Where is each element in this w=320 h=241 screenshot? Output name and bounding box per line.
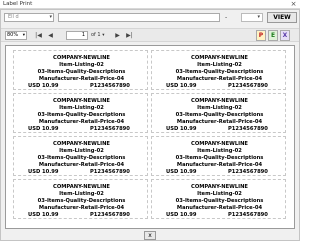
label-item: Item-Listing-02 (197, 191, 242, 197)
label-barcode: P1234567890 (90, 212, 130, 218)
printer-select-value: Ell d (8, 14, 19, 20)
label-barcode: P1234567890 (228, 212, 268, 218)
export-pdf-button[interactable]: P (256, 30, 266, 41)
label-preview-area: COMPANY-NEWLINE Item-Listing-02 03-Items-Q… (5, 45, 295, 229)
label-description: 03-Items-Quality-Descriptions (175, 198, 264, 204)
label-manufacturer: Manufacturer-Retail-Price-04 (38, 119, 125, 125)
label-manufacturer: Manufacturer-Retail-Price-04 (176, 162, 263, 168)
label-manufacturer: Manufacturer-Retail-Price-04 (38, 162, 125, 168)
label-company: COMPANY-NEWLINE (191, 55, 248, 61)
separator-dash: - (225, 14, 228, 21)
label-description: 03-Items-Quality-Descriptions (37, 69, 126, 75)
chevron-down-icon: ▾ (22, 33, 25, 38)
mini-dropdown[interactable]: ▾ (241, 13, 263, 22)
zoom-select[interactable]: 80% ▾ (5, 31, 27, 40)
last-page-icon[interactable]: ▶| (125, 31, 134, 40)
label-item: Item-Listing-02 (197, 62, 242, 68)
label-item: Item-Listing-02 (197, 105, 242, 111)
label-price: USD 10.99 (166, 83, 197, 89)
label-item: Item-Listing-02 (59, 148, 104, 154)
label-barcode: P1234567890 (228, 126, 268, 132)
bottom-bar: x (1, 230, 299, 240)
label-card: COMPANY-NEWLINE Item-Listing-02 03-Items-Q… (151, 179, 286, 219)
label-card: COMPANY-NEWLINE Item-Listing-02 03-Items-Q… (13, 136, 148, 176)
page-number-input[interactable]: 1 (66, 31, 88, 40)
label-card: COMPANY-NEWLINE Item-Listing-02 03-Items-Q… (13, 179, 148, 219)
label-company: COMPANY-NEWLINE (53, 98, 110, 104)
label-manufacturer: Manufacturer-Retail-Price-04 (176, 76, 263, 82)
top-toolbar: Ell d ▾ - ▾ VIEW (1, 10, 299, 25)
label-company: COMPANY-NEWLINE (53, 184, 110, 190)
first-page-icon[interactable]: |◀ (34, 31, 43, 40)
window-close-button[interactable]: × (289, 0, 298, 9)
label-company: COMPANY-NEWLINE (191, 184, 248, 190)
label-company: COMPANY-NEWLINE (53, 141, 110, 147)
label-company: COMPANY-NEWLINE (53, 55, 110, 61)
title-bar: Label Print × (0, 0, 300, 9)
label-price: USD 10.99 (28, 169, 59, 175)
page-count-text: of 1 (91, 32, 101, 38)
label-price: USD 10.99 (28, 83, 59, 89)
label-price: USD 10.99 (166, 126, 197, 132)
next-page-icon[interactable]: ▶ (113, 31, 122, 40)
label-price: USD 10.99 (166, 169, 197, 175)
label-barcode: P1234567890 (90, 169, 130, 175)
label-description: 03-Items-Quality-Descriptions (37, 155, 126, 161)
label-card: COMPANY-NEWLINE Item-Listing-02 03-Items-Q… (151, 50, 286, 90)
label-description: 03-Items-Quality-Descriptions (37, 112, 126, 118)
window-title: Label Print (3, 1, 33, 7)
label-manufacturer: Manufacturer-Retail-Price-04 (176, 119, 263, 125)
label-description: 03-Items-Quality-Descriptions (175, 112, 264, 118)
zoom-value: 80% (7, 32, 19, 38)
label-price: USD 10.99 (166, 212, 197, 218)
label-description: 03-Items-Quality-Descriptions (37, 198, 126, 204)
printer-select[interactable]: Ell d ▾ (4, 13, 54, 22)
label-card: COMPANY-NEWLINE Item-Listing-02 03-Items-Q… (13, 50, 148, 90)
report-viewer: Ell d ▾ - ▾ VIEW 80% ▾ |◀ ◀ 1 of 1 ▾ ▶ ▶… (0, 9, 300, 241)
label-manufacturer: Manufacturer-Retail-Price-04 (38, 205, 125, 211)
filter-input[interactable] (58, 13, 220, 22)
label-barcode: P1234567890 (90, 83, 130, 89)
label-price: USD 10.99 (28, 212, 59, 218)
close-button[interactable]: x (144, 231, 156, 240)
label-description: 03-Items-Quality-Descriptions (175, 155, 264, 161)
label-barcode: P1234567890 (228, 169, 268, 175)
label-item: Item-Listing-02 (197, 148, 242, 154)
navigation-toolbar: 80% ▾ |◀ ◀ 1 of 1 ▾ ▶ ▶| P E X (1, 28, 299, 42)
page-count: of 1 ▾ (91, 31, 104, 40)
label-card: COMPANY-NEWLINE Item-Listing-02 03-Items-Q… (151, 93, 286, 133)
export-other-button[interactable]: X (280, 30, 290, 41)
label-item: Item-Listing-02 (59, 191, 104, 197)
label-manufacturer: Manufacturer-Retail-Price-04 (38, 76, 125, 82)
export-excel-button[interactable]: E (268, 30, 278, 41)
label-item: Item-Listing-02 (59, 105, 104, 111)
label-description: 03-Items-Quality-Descriptions (175, 69, 264, 75)
chevron-down-icon: ▾ (102, 33, 105, 38)
label-barcode: P1234567890 (228, 83, 268, 89)
view-button[interactable]: VIEW (267, 12, 297, 23)
label-company: COMPANY-NEWLINE (191, 141, 248, 147)
label-company: COMPANY-NEWLINE (191, 98, 248, 104)
label-manufacturer: Manufacturer-Retail-Price-04 (176, 205, 263, 211)
label-price: USD 10.99 (28, 126, 59, 132)
previous-page-icon[interactable]: ◀ (46, 31, 55, 40)
label-card: COMPANY-NEWLINE Item-Listing-02 03-Items-Q… (151, 136, 286, 176)
label-barcode: P1234567890 (90, 126, 130, 132)
label-card: COMPANY-NEWLINE Item-Listing-02 03-Items-Q… (13, 93, 148, 133)
chevron-down-icon: ▾ (49, 14, 52, 20)
label-item: Item-Listing-02 (59, 62, 104, 68)
